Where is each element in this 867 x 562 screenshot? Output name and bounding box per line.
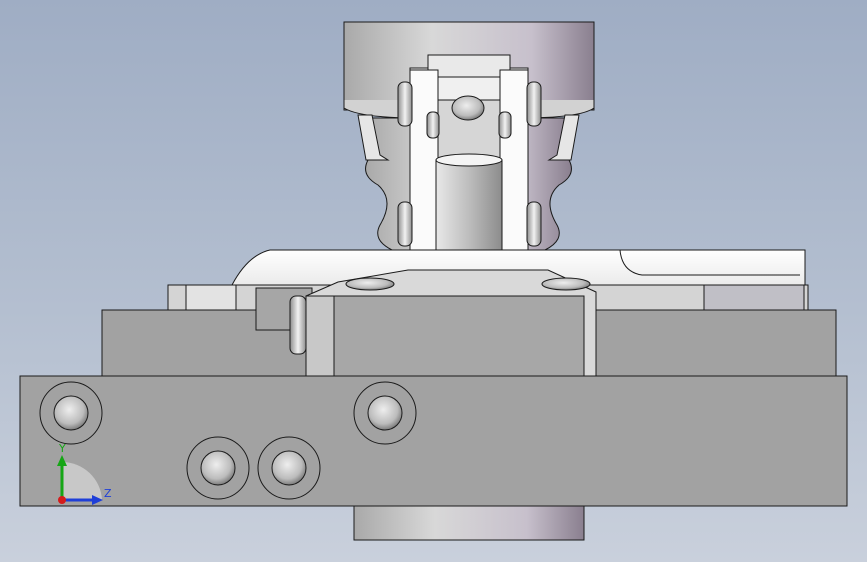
base-plate <box>19 375 848 507</box>
cad-model-view: Y Z <box>19 21 848 541</box>
z-axis-label: Z <box>104 487 112 500</box>
counterbored-hole <box>186 436 250 500</box>
lower-cylinder <box>353 505 585 541</box>
x-axis-dot <box>58 496 66 504</box>
clevis-yoke <box>397 54 542 259</box>
counterbored-hole <box>39 381 103 445</box>
raised-boss <box>289 269 597 377</box>
counterbored-hole <box>353 381 417 445</box>
counterbored-hole <box>257 436 321 500</box>
y-axis-label: Y <box>58 442 66 455</box>
cad-viewport[interactable]: Y Z <box>0 0 867 562</box>
